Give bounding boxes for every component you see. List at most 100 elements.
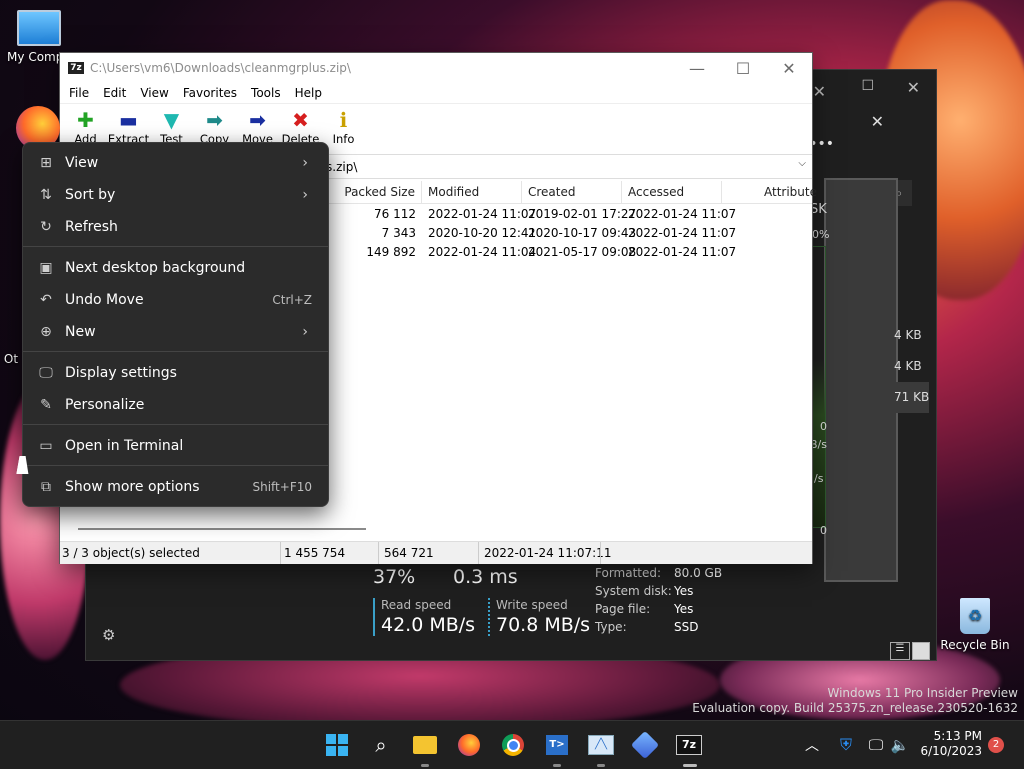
graph-label: /s xyxy=(814,472,824,485)
cell-accessed: 2022-01-24 11:07 xyxy=(628,245,737,259)
security-shield-icon[interactable]: ⛨ xyxy=(832,731,860,759)
menu-item-open-terminal[interactable]: ▭ Open in Terminal xyxy=(27,431,324,461)
graph-panel xyxy=(824,178,898,582)
menu-item-new[interactable]: ⊕ New › xyxy=(27,317,324,347)
cell-accessed: 2022-01-24 11:07 xyxy=(628,207,737,221)
prop-value: 80.0 GB xyxy=(674,566,723,580)
col-packed-size[interactable]: Packed Size xyxy=(326,181,422,203)
prop-key: Type: xyxy=(595,620,627,634)
file-explorer-icon[interactable] xyxy=(411,731,439,759)
taskbar: ⌕ T> ╱╲ 7z ︿ ⛨ 🖵 🔈 5:13 PM 6/10/2023 2 xyxy=(0,720,1024,769)
volume-icon[interactable]: 🔈 xyxy=(886,731,914,759)
desktop-icon-label: Recycle Bin xyxy=(940,638,1010,652)
watermark: Windows 11 Pro Insider Preview Evaluatio… xyxy=(692,686,1018,716)
grid-icon: ⊞ xyxy=(40,155,52,171)
menu-help[interactable]: Help xyxy=(288,86,329,100)
active-indicator xyxy=(597,764,605,767)
recycle-bin-glyph: ♻ xyxy=(960,598,990,634)
firefox-icon[interactable] xyxy=(455,731,483,759)
desktop-context-menu: ⊞ View › ⇅ Sort by › ↻ Refresh ▣ Next desktop … xyxy=(22,142,329,507)
start-button[interactable] xyxy=(323,731,351,759)
minimize-button[interactable]: — xyxy=(674,53,720,83)
7zip-taskbar-icon[interactable]: 7z xyxy=(675,731,703,759)
7zip-shape: 7z xyxy=(676,735,702,755)
divider xyxy=(23,465,328,466)
maximize-button[interactable]: ☐ xyxy=(861,78,874,94)
status-packed: 564 721 xyxy=(384,546,434,560)
cell-created: 2020-10-17 09:43 xyxy=(528,226,637,240)
col-created[interactable]: Created xyxy=(522,181,622,203)
display-icon: 🖵 xyxy=(39,365,53,381)
menu-favorites[interactable]: Favorites xyxy=(176,86,244,100)
cell-packed: 76 112 xyxy=(374,207,416,221)
refresh-icon: ↻ xyxy=(40,219,52,235)
status-date: 2022-01-24 11:07:11 xyxy=(484,546,612,560)
settings-gear-icon[interactable]: ⚙ xyxy=(102,626,115,644)
view-toggle-icon[interactable] xyxy=(912,642,930,660)
chevron-right-icon: › xyxy=(302,155,308,171)
menu-edit[interactable]: Edit xyxy=(96,86,133,100)
status-selected: 3 / 3 object(s) selected xyxy=(62,546,200,560)
menu-tools[interactable]: Tools xyxy=(244,86,288,100)
col-attribute[interactable]: Attribute xyxy=(758,181,817,203)
graph-label: 0 xyxy=(820,524,827,537)
menu-item-label: Refresh xyxy=(65,219,118,235)
clock[interactable]: 5:13 PM 6/10/2023 xyxy=(918,729,982,759)
close-button[interactable]: ✕ xyxy=(766,53,812,83)
menu-item-undo-move[interactable]: ↶ Undo Move Ctrl+Z xyxy=(27,285,324,315)
menu-item-show-more-options[interactable]: ⧉ Show more options Shift+F10 xyxy=(27,472,324,502)
cell-packed: 149 892 xyxy=(366,245,416,259)
search-icon[interactable]: ⌕ xyxy=(367,731,395,759)
menu-item-label: New xyxy=(65,324,96,340)
monitor-icon xyxy=(17,10,61,46)
view-toggle-icon[interactable]: ☰ xyxy=(890,642,910,660)
plus-circle-icon: ⊕ xyxy=(40,324,52,340)
chrome-icon[interactable] xyxy=(499,731,527,759)
close-button[interactable]: ✕ xyxy=(813,82,826,101)
menu-item-sort-by[interactable]: ⇅ Sort by › xyxy=(27,180,324,210)
notification-badge[interactable]: 2 xyxy=(988,737,1004,753)
clock-time: 5:13 PM xyxy=(933,729,982,743)
chevron-up-icon[interactable]: ︿ xyxy=(798,731,826,759)
menu-item-next-background[interactable]: ▣ Next desktop background xyxy=(27,253,324,283)
menu-item-refresh[interactable]: ↻ Refresh xyxy=(27,212,324,242)
menu-file[interactable]: File xyxy=(62,86,96,100)
prop-value: Yes xyxy=(674,584,694,598)
read-speed-value: 42.0 MB/s xyxy=(381,614,476,636)
brush-icon: ✎ xyxy=(40,397,52,413)
divider xyxy=(600,542,601,564)
more-icon[interactable]: ••• xyxy=(809,136,834,152)
recycle-bin-icon[interactable]: ♻ Recycle Bin xyxy=(940,598,1010,652)
status-size: 1 455 754 xyxy=(284,546,346,560)
resource-monitor-icon[interactable]: ╱╲ xyxy=(587,731,615,759)
cell-accessed: 2022-01-24 11:07 xyxy=(628,226,737,240)
menu-item-display-settings[interactable]: 🖵 Display settings xyxy=(27,358,324,388)
col-accessed[interactable]: Accessed xyxy=(622,181,722,203)
menu-item-personalize[interactable]: ✎ Personalize xyxy=(27,390,324,420)
watermark-line1: Windows 11 Pro Insider Preview xyxy=(827,686,1018,700)
menu-view[interactable]: View xyxy=(133,86,175,100)
logo-tile xyxy=(326,746,336,756)
chevron-right-icon: › xyxy=(302,187,308,203)
desktop-icon-other[interactable]: Ot xyxy=(0,352,22,366)
menu-item-view[interactable]: ⊞ View › xyxy=(27,148,324,178)
prop-row: System disk: Yes xyxy=(595,582,722,600)
desktop-icon-label: Ot xyxy=(3,352,19,366)
more-options-icon: ⧉ xyxy=(41,479,51,495)
powershell-icon[interactable]: T> xyxy=(543,731,571,759)
shortcut: Shift+F10 xyxy=(252,480,312,494)
menu-item-label: Next desktop background xyxy=(65,260,246,276)
cell-modified: 2020-10-20 12:41 xyxy=(428,226,537,240)
close-button[interactable]: ✕ xyxy=(907,78,920,97)
close-button[interactable]: ✕ xyxy=(871,112,884,131)
menu-item-label: View xyxy=(65,155,99,171)
maximize-button[interactable]: ☐ xyxy=(720,53,766,83)
side-values: 4 KB 4 KB 71 KB xyxy=(894,320,930,413)
app-cube-icon[interactable] xyxy=(630,730,660,760)
title-bar[interactable]: 7z C:\Users\vm6\Downloads\cleanmgrplus.z… xyxy=(60,53,812,83)
menu-bar: File Edit View Favorites Tools Help xyxy=(60,83,812,104)
logo-tile xyxy=(338,734,348,744)
chevron-down-icon[interactable]: ⌵ xyxy=(798,158,806,169)
col-modified[interactable]: Modified xyxy=(422,181,522,203)
horizontal-scrollbar[interactable] xyxy=(78,528,366,530)
